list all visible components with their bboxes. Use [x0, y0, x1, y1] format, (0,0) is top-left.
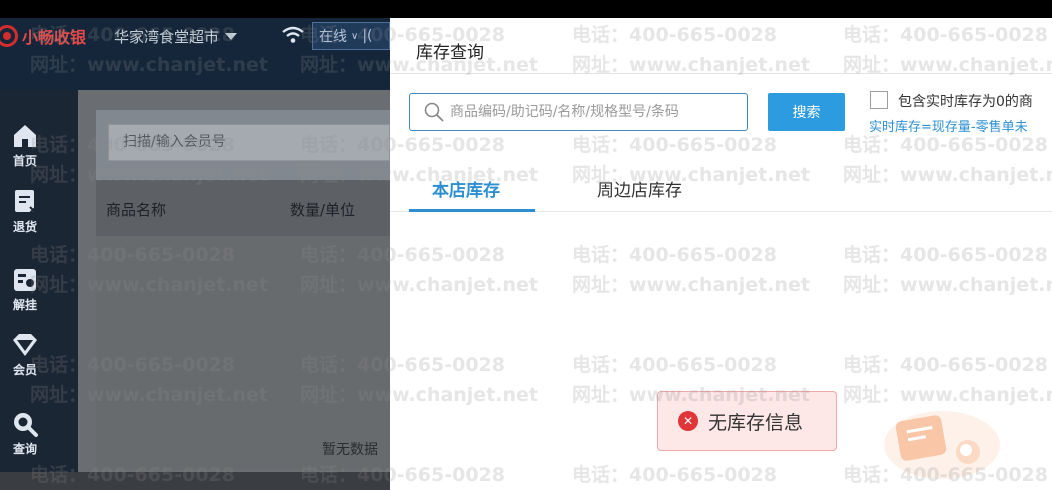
product-search-input[interactable]: [450, 100, 740, 124]
brand-name: 小畅收银: [22, 28, 87, 47]
chevron-down-icon: [225, 33, 238, 40]
cart-table-body: [96, 236, 390, 470]
error-icon: ✕: [678, 411, 698, 431]
sidebar-item-unhold[interactable]: 解挂: [0, 266, 50, 313]
sidebar-item-label: 查询: [12, 442, 37, 456]
cart-table-header: 商品名称 数量/单位: [96, 180, 390, 236]
column-header-product-name: 商品名称: [106, 201, 167, 219]
search-button[interactable]: 搜索: [768, 93, 845, 131]
search-icon: [14, 413, 38, 437]
product-search-field[interactable]: [409, 93, 748, 131]
online-status-dropdown[interactable]: 在线 ∨ |(: [312, 22, 390, 50]
include-zero-stock-label: 包含实时库存为0的商: [898, 94, 1033, 110]
sidebar-item-home[interactable]: 首页: [0, 122, 50, 169]
store-selector[interactable]: 华家湾食堂超市: [114, 26, 238, 47]
online-status-label: 在线: [319, 29, 347, 45]
member-number-input[interactable]: 扫描/输入会员号: [108, 124, 390, 161]
empty-data-text: 暂无数据: [322, 442, 378, 458]
brand: 小畅收银: [0, 23, 86, 49]
column-header-quantity-unit: 数量/单位: [290, 201, 356, 219]
sidebar-item-label: 首页: [12, 154, 37, 168]
sidebar-item-return[interactable]: 退货: [0, 188, 50, 235]
sidebar-item-label: 退货: [12, 220, 37, 234]
search-icon: [424, 102, 444, 122]
active-tab-indicator: [409, 209, 535, 212]
error-toast: ✕ 无库存信息: [657, 391, 837, 451]
chevron-down-icon: ∨: [351, 30, 359, 42]
unhold-icon: [14, 269, 36, 291]
tab-local-stock[interactable]: 本店库存: [432, 176, 500, 201]
dialog-title: 库存查询: [416, 43, 484, 63]
wifi-icon: [282, 26, 304, 43]
member-icon: [13, 334, 37, 356]
sidebar-item-query[interactable]: 查询: [0, 410, 50, 457]
sidebar-item-label: 会员: [12, 363, 37, 377]
separator: |(: [362, 28, 373, 44]
sidebar-item-member[interactable]: 会员: [0, 331, 50, 378]
brand-logo-icon: [0, 25, 18, 47]
tab-nearby-stock[interactable]: 周边店库存: [597, 176, 682, 201]
sidebar-item-label: 解挂: [12, 298, 37, 312]
toast-message: 无库存信息: [708, 411, 804, 434]
divider: [390, 73, 1052, 74]
home-icon: [14, 125, 36, 147]
return-icon: [15, 190, 37, 214]
store-name: 华家湾食堂超市: [114, 28, 220, 46]
include-zero-stock-checkbox[interactable]: [870, 91, 888, 109]
stock-formula-note: 实时库存=现存量-零售单未: [869, 120, 1028, 135]
empty-state-illustration: [884, 411, 1000, 479]
